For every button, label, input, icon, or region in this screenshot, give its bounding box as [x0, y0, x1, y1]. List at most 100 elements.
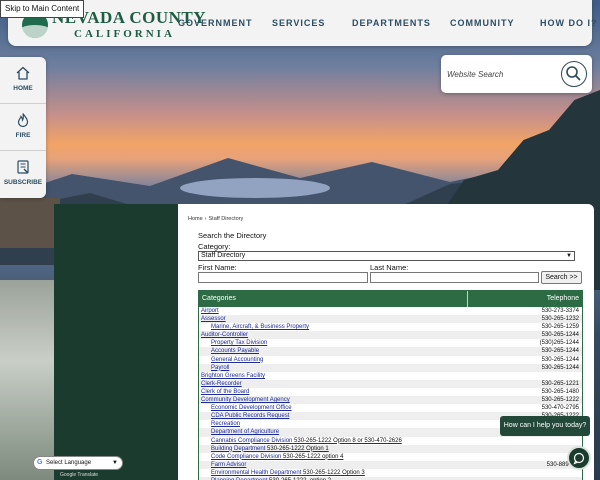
skip-to-main-link[interactable]: Skip to Main Content [0, 0, 85, 18]
nav-departments[interactable]: DEPARTMENTS [352, 18, 431, 28]
table-row: Assessor 530-265-1232 [199, 315, 582, 324]
bridge [0, 198, 60, 248]
row-category-link[interactable]: Airport [201, 307, 219, 315]
subscribe-icon [17, 160, 29, 174]
category-selected-value: Staff Directory [201, 252, 246, 259]
row-category-link[interactable]: Economic Development Office [211, 404, 292, 412]
row-category-name: Property Tax Division [211, 340, 268, 347]
website-search [441, 55, 592, 93]
row-category-link[interactable]: Clerk of the Board [201, 388, 249, 396]
row-telephone: 530-265-1244 [541, 356, 579, 363]
nav-how-do-i[interactable]: HOW DO I? [540, 18, 598, 28]
nav-community[interactable]: COMMUNITY [450, 18, 515, 28]
chat-prompt[interactable]: How can I help you today? [500, 416, 590, 436]
row-category-link[interactable]: Brighton Greens Facility [201, 372, 265, 380]
breadcrumb-separator: › [204, 216, 207, 222]
row-category-name: Economic Development Office [211, 405, 292, 412]
breadcrumb-home[interactable]: Home [188, 216, 203, 222]
lake [180, 178, 330, 198]
home-icon [16, 66, 30, 80]
quick-link-subscribe[interactable]: SUBSCRIBE [0, 151, 46, 198]
flame-icon [17, 113, 29, 128]
first-name-input[interactable] [198, 272, 368, 283]
row-category-link[interactable]: Payroll [211, 364, 229, 372]
row-category-name: Marine, Aircraft, & Business Property [211, 324, 310, 331]
quick-link-label: SUBSCRIBE [3, 179, 43, 186]
google-icon: G [37, 459, 43, 466]
side-panel [54, 204, 178, 480]
directory-search-button[interactable]: Search >> [541, 271, 582, 284]
directory-table: Categories Telephone Airport 530-273-3374… [198, 290, 583, 480]
row-category-name: Clerk of the Board [201, 388, 250, 395]
directory-title: Search the Directory [198, 231, 267, 240]
language-select[interactable]: G Select Language ▼ [33, 456, 123, 470]
row-category-link[interactable]: Farm Advisor [211, 461, 246, 469]
table-row: Code Compliance Division 530-265-1222 op… [199, 453, 582, 461]
row-category-link[interactable]: Department of Agriculture [211, 428, 279, 436]
quick-links: HOME FIRE SUBSCRIBE [0, 57, 46, 198]
row-category-link[interactable]: Assessor [201, 315, 226, 323]
row-category-name: Accounts Payable [211, 348, 260, 355]
chat-button[interactable] [567, 446, 591, 470]
row-category-link[interactable]: Code Compliance Division 530-265-1222 op… [211, 453, 343, 461]
row-telephone: 530-265-1259 [541, 324, 579, 331]
table-row: Economic Development Office 530-470-2795 [199, 404, 582, 412]
row-telephone: 530-265-1232 [541, 316, 579, 323]
table-body: Airport 530-273-3374 Assessor 530-265-1232 M… [199, 307, 582, 480]
row-category-link[interactable]: Property Tax Division [211, 339, 267, 347]
language-select-label: Select Language [46, 460, 92, 466]
table-row: Brighton Greens Facility [199, 372, 582, 380]
quick-link-label: HOME [13, 85, 33, 92]
category-select[interactable]: Staff Directory ▼ [198, 251, 575, 261]
table-row: Clerk of the Board 530-265-1480 [199, 388, 582, 396]
row-category-name: Department of Agriculture [211, 429, 280, 436]
row-category-link[interactable]: Marine, Aircraft, & Business Property [211, 323, 309, 331]
row-category-link[interactable]: Cannabis Compliance Division 530-265-122… [211, 437, 402, 445]
nav-services[interactable]: SERVICES [272, 18, 325, 28]
quick-link-label: FIRE [15, 132, 31, 139]
table-row: Community Development Agency 530-265-1222 [199, 396, 582, 405]
website-search-button[interactable] [561, 61, 587, 87]
row-category-name: Community Development Agency [201, 397, 290, 404]
table-row: Marine, Aircraft, & Business Property 530… [199, 323, 582, 331]
last-name-input[interactable] [370, 272, 539, 283]
row-category-name: Farm Advisor [211, 461, 247, 468]
quick-link-home[interactable]: HOME [0, 57, 46, 104]
row-category-link[interactable]: Community Development Agency [201, 396, 290, 404]
row-extra-info: 530-265-1222 Option 3 [301, 469, 365, 476]
row-category-name: General Accounting [211, 356, 264, 363]
row-category-name: Recreation [211, 421, 241, 428]
row-category-link[interactable]: CDA Public Records Request [211, 412, 289, 420]
row-category-name: Auditor-Controller [201, 332, 249, 339]
website-search-input[interactable] [447, 65, 555, 83]
table-row: Clerk-Recorder 530-265-1221 [199, 379, 582, 388]
row-category-link[interactable]: Clerk-Recorder [201, 380, 242, 388]
logo-subtitle: CALIFORNIA [74, 28, 175, 40]
row-telephone: 530-265-1244 [541, 348, 579, 355]
category-label: Category: [198, 242, 231, 251]
chevron-down-icon: ▼ [566, 253, 572, 259]
row-category-link[interactable]: Building Department 530-265-1222 Option … [211, 445, 329, 453]
row-category-name: Cannabis Compliance Division [211, 437, 293, 444]
nav-government[interactable]: GOVERNMENT [178, 18, 253, 28]
rocks [0, 280, 60, 480]
row-category-name: Building Department [211, 445, 266, 452]
table-row: General Accounting 530-265-1244 [199, 356, 582, 364]
quick-link-fire[interactable]: FIRE [0, 104, 46, 151]
row-category-link[interactable]: Accounts Payable [211, 347, 259, 355]
table-row: Airport 530-273-3374 [199, 307, 582, 315]
row-category-link[interactable]: Environmental Health Department 530-265-… [211, 469, 365, 477]
table-header: Categories Telephone [199, 291, 582, 307]
row-category-link[interactable]: Recreation [211, 420, 240, 428]
row-telephone: 530-265-1221 [541, 380, 579, 387]
chevron-down-icon: ▼ [112, 460, 118, 466]
row-telephone: 530-470-2795 [541, 405, 579, 412]
breadcrumb: Home › Staff Directory [188, 216, 243, 222]
main-content: Home › Staff Directory Search the Director… [178, 204, 594, 480]
row-extra-info: 530-265-1222 Option 8 or 530-470-2626 [292, 437, 402, 444]
row-category-link[interactable]: Auditor-Controller [201, 331, 248, 339]
row-extra-info: 530-265-1222 option 4 [281, 453, 344, 460]
table-row: Environmental Health Department 530-265-… [199, 469, 582, 477]
row-category-name: CDA Public Records Request [211, 413, 290, 420]
row-category-link[interactable]: General Accounting [211, 356, 263, 364]
